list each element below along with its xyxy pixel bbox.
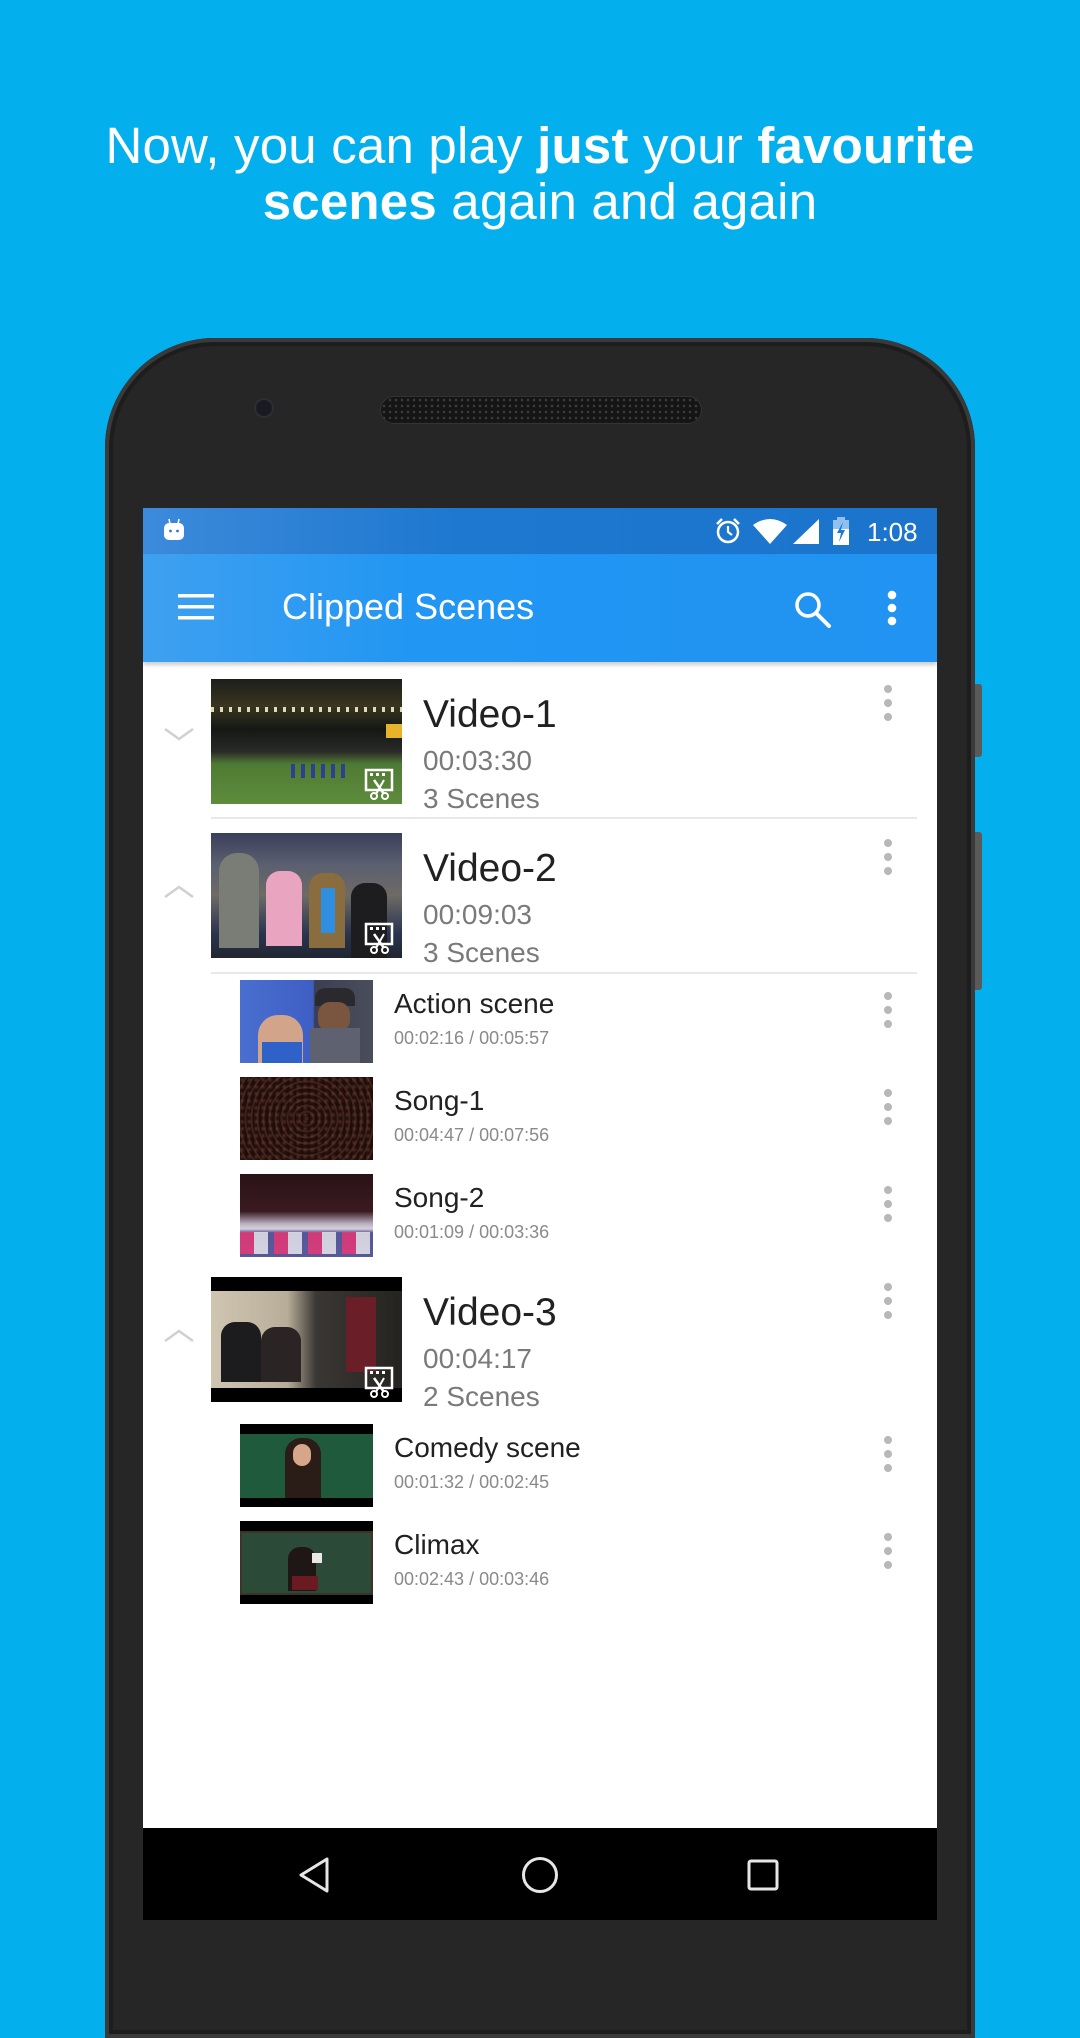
scene-item[interactable]: Comedy scene 00:01:32 / 00:02:45: [143, 1424, 937, 1514]
battery-charging-icon: [833, 517, 849, 545]
status-bar: 1:08: [143, 508, 937, 554]
headline-line-2: scenes again and again: [0, 174, 1080, 230]
video-thumbnail[interactable]: [211, 679, 402, 804]
scene-item[interactable]: Song-2 00:01:09 / 00:03:36: [143, 1174, 937, 1264]
scene-item[interactable]: Action scene 00:02:16 / 00:05:57: [143, 980, 937, 1070]
earpiece-speaker: [381, 397, 701, 423]
headline-emphasis: just: [537, 117, 629, 174]
scene-name: Climax: [394, 1529, 480, 1560]
collapse-chevron-icon[interactable]: [161, 881, 197, 901]
recents-icon[interactable]: [746, 1858, 780, 1892]
scene-thumbnail[interactable]: [240, 980, 373, 1063]
video-name: Video-2: [423, 847, 557, 890]
video-scene-count: 2 Scenes: [423, 1381, 540, 1412]
scene-name: Song-2: [394, 1182, 485, 1213]
more-vert-icon[interactable]: [883, 1531, 893, 1571]
scene-thumbnail[interactable]: [240, 1424, 373, 1507]
promo-headline: Now, you can play just your favourite sc…: [0, 118, 1080, 230]
scene-time-range: 00:02:43 / 00:03:46: [394, 1569, 550, 1589]
scene-item[interactable]: Song-1 00:04:47 / 00:07:56: [143, 1077, 937, 1167]
scene-name: Song-1: [394, 1085, 485, 1116]
home-icon[interactable]: [520, 1855, 560, 1895]
scene-item[interactable]: Climax 00:02:43 / 00:03:46: [143, 1521, 937, 1611]
navigation-bar: [143, 1828, 937, 1920]
video-thumbnail[interactable]: [211, 1277, 402, 1402]
video-item[interactable]: Video-1 00:03:30 3 Scenes: [143, 679, 937, 814]
video-thumbnail[interactable]: [211, 833, 402, 958]
signal-icon: [793, 519, 819, 544]
app-toolbar: Clipped Scenes: [143, 554, 937, 662]
video-item[interactable]: Video-3 00:04:17 2 Scenes: [143, 1277, 937, 1412]
headline-text: your: [628, 117, 758, 174]
scene-time-range: 00:04:47 / 00:07:56: [394, 1125, 550, 1145]
video-scene-count: 3 Scenes: [423, 937, 540, 968]
more-vert-icon[interactable]: [883, 1087, 893, 1127]
video-duration: 00:09:03: [423, 899, 532, 930]
search-icon[interactable]: [793, 590, 833, 630]
video-name: Video-1: [423, 693, 557, 736]
scene-thumbnail[interactable]: [240, 1077, 373, 1160]
scene-thumbnail[interactable]: [240, 1174, 373, 1257]
phone-screen: 1:08 Clipped Scenes Video-1 00:03:30 3 S…: [143, 508, 937, 1920]
expand-chevron-icon[interactable]: [161, 725, 197, 745]
divider: [211, 972, 917, 974]
more-vert-icon[interactable]: [886, 590, 898, 626]
more-vert-icon[interactable]: [883, 837, 893, 877]
clip-scissors-icon: [364, 922, 394, 954]
alarm-icon: [716, 518, 740, 544]
video-item[interactable]: Video-2 00:09:03 3 Scenes: [143, 833, 937, 968]
status-time: 1:08: [867, 517, 918, 547]
scene-thumbnail[interactable]: [240, 1521, 373, 1604]
hamburger-menu-icon[interactable]: [178, 594, 214, 620]
headline-emphasis: scenes: [262, 173, 437, 230]
scene-name: Comedy scene: [394, 1432, 581, 1463]
headline-text: Now, you can play: [105, 117, 538, 174]
front-camera: [256, 400, 272, 416]
headline-line-1: Now, you can play just your favourite: [0, 118, 1080, 174]
wifi-icon: [753, 519, 787, 544]
scene-time-range: 00:02:16 / 00:05:57: [394, 1028, 550, 1048]
collapse-chevron-icon[interactable]: [161, 1325, 197, 1345]
scene-name: Action scene: [394, 988, 555, 1019]
video-name: Video-3: [423, 1291, 557, 1334]
more-vert-icon[interactable]: [883, 683, 893, 723]
android-notification-icon: [164, 518, 184, 540]
divider: [211, 817, 917, 819]
video-list: Video-1 00:03:30 3 Scenes Video-2 00:09:…: [143, 662, 937, 1828]
clip-scissors-icon: [364, 768, 394, 800]
clip-scissors-icon: [364, 1366, 394, 1398]
video-scene-count: 3 Scenes: [423, 783, 540, 814]
back-icon[interactable]: [297, 1856, 331, 1894]
video-duration: 00:03:30: [423, 745, 532, 776]
more-vert-icon[interactable]: [883, 1434, 893, 1474]
more-vert-icon[interactable]: [883, 1184, 893, 1224]
scene-time-range: 00:01:09 / 00:03:36: [394, 1222, 550, 1242]
power-button: [975, 684, 982, 757]
headline-emphasis: favourite: [757, 117, 975, 174]
more-vert-icon[interactable]: [883, 1281, 893, 1321]
video-duration: 00:04:17: [423, 1343, 532, 1374]
scene-time-range: 00:01:32 / 00:02:45: [394, 1472, 550, 1492]
volume-button: [975, 832, 982, 990]
headline-text: again and again: [436, 173, 818, 230]
page-title: Clipped Scenes: [282, 586, 535, 627]
more-vert-icon[interactable]: [883, 990, 893, 1030]
